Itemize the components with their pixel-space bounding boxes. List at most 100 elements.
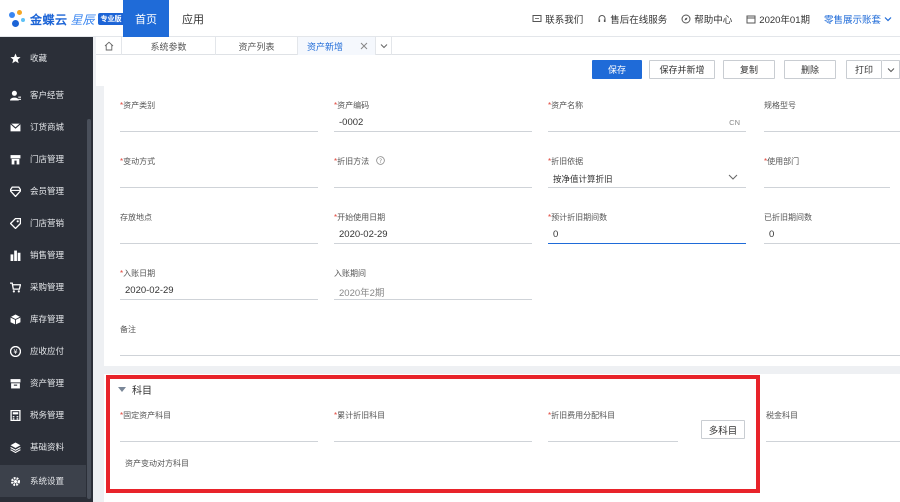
entry-date-value: 2020-02-29 xyxy=(125,285,174,296)
dep-method-field[interactable]: *折旧方法 ? xyxy=(334,156,532,188)
sidebar-item-basic-data[interactable]: 基础资料 xyxy=(0,431,86,463)
sidebar-item-receivables[interactable]: ¥ 应收应付 xyxy=(0,335,86,367)
print-button[interactable]: 打印 xyxy=(846,60,882,79)
nav-home[interactable]: 首页 xyxy=(123,0,169,37)
action-toolbar: 保存 保存并新增 复制 删除 打印 xyxy=(96,55,900,86)
tax-account-field[interactable]: 税金科目 xyxy=(766,410,900,442)
sidebar: 收藏 客户经营 订货商城 门店管理 会员管理 门店营销 销售管理 采购管理 库存… xyxy=(0,37,93,502)
start-date-value: 2020-02-29 xyxy=(339,229,388,240)
tab-asset-new[interactable]: 资产新增 xyxy=(298,37,376,55)
brand-name: 金蝶云 xyxy=(30,12,68,27)
dept-field[interactable]: *使用部门 xyxy=(764,156,900,188)
field-label: 变动方式 xyxy=(123,157,156,166)
sidebar-item-label: 税务管理 xyxy=(30,410,65,420)
tab-label: 系统参数 xyxy=(150,41,187,52)
chevron-down-icon xyxy=(380,44,387,49)
sidebar-item-mall[interactable]: 订货商城 xyxy=(0,111,86,143)
used-periods-field[interactable]: 已折旧期间数 0 xyxy=(764,212,900,244)
box-icon xyxy=(9,314,21,324)
field-label: 预计折旧期间数 xyxy=(551,213,608,222)
asset-code-field[interactable]: *资产编码 -0002 xyxy=(334,100,532,132)
location-field[interactable]: 存放地点 xyxy=(120,212,318,244)
tab-label: 资产新增 xyxy=(307,41,344,52)
tab-home[interactable] xyxy=(96,37,122,55)
save-and-new-button[interactable]: 保存并新增 xyxy=(649,60,715,79)
field-label: 折旧方法 xyxy=(337,157,370,166)
help-icon[interactable]: ? xyxy=(376,156,386,165)
sidebar-item-label: 订货商城 xyxy=(30,122,65,132)
field-label: 折旧依据 xyxy=(551,157,584,166)
layers-icon xyxy=(9,442,21,453)
period-selector[interactable]: 2020年01期 xyxy=(746,12,810,26)
field-label: 入账日期 xyxy=(123,269,156,278)
sidebar-item-inventory[interactable]: 库存管理 xyxy=(0,303,86,335)
dep-basis-field[interactable]: *折旧依据 按净值计算折旧 xyxy=(548,156,746,188)
save-button[interactable]: 保存 xyxy=(592,60,642,79)
tab-label: 资产列表 xyxy=(238,41,275,52)
brand-logo[interactable]: 金蝶云 星辰 专业版 xyxy=(8,9,125,29)
print-dropdown[interactable] xyxy=(882,60,900,79)
change-mode-field[interactable]: *变动方式 xyxy=(120,156,318,188)
help-link[interactable]: 帮助中心 xyxy=(681,12,732,26)
chevron-down-icon[interactable] xyxy=(728,173,738,181)
tab-overflow-dropdown[interactable] xyxy=(376,37,392,55)
field-label: 入账期间 xyxy=(334,269,366,278)
field-label: 备注 xyxy=(120,325,136,334)
chevron-down-icon xyxy=(884,16,892,21)
sidebar-item-sales[interactable]: 销售管理 xyxy=(0,239,86,271)
language-suffix[interactable]: CN xyxy=(729,118,740,127)
sidebar-item-label: 门店营销 xyxy=(30,218,65,228)
spec-field[interactable]: 规格型号 xyxy=(764,100,900,132)
field-label: 规格型号 xyxy=(764,101,796,110)
contact-label: 联系我们 xyxy=(545,14,584,26)
sidebar-item-tax[interactable]: 税务管理 xyxy=(0,399,86,431)
entry-date-field[interactable]: *入账日期 2020-02-29 xyxy=(120,268,318,300)
sidebar-scrollbar[interactable] xyxy=(87,119,91,499)
field-label: 开始使用日期 xyxy=(337,213,386,222)
contact-link[interactable]: 联系我们 xyxy=(532,12,583,26)
sidebar-item-purchase[interactable]: 采购管理 xyxy=(0,271,86,303)
asset-code-value: -0002 xyxy=(339,117,364,128)
sidebar-item-member[interactable]: 会员管理 xyxy=(0,175,86,207)
entry-period-value: 2020年2期 xyxy=(339,288,385,299)
sidebar-item-favorites[interactable]: 收藏 xyxy=(0,42,86,74)
nav-app[interactable]: 应用 xyxy=(182,0,204,37)
start-date-field[interactable]: *开始使用日期 2020-02-29 xyxy=(334,212,532,244)
copy-button[interactable]: 复制 xyxy=(723,60,775,79)
home-icon xyxy=(104,41,113,51)
user-icon xyxy=(9,90,21,100)
sidebar-item-assets[interactable]: 资产管理 xyxy=(0,367,86,399)
delete-button[interactable]: 删除 xyxy=(784,60,836,79)
field-label: 使用部门 xyxy=(767,157,800,166)
asset-name-field[interactable]: *资产名称 CN xyxy=(548,100,746,132)
close-icon[interactable] xyxy=(360,42,368,50)
help-label: 帮助中心 xyxy=(694,14,733,26)
compass-icon xyxy=(681,14,691,23)
sidebar-item-settings[interactable]: 系统设置 xyxy=(0,465,86,497)
sidebar-item-label: 采购管理 xyxy=(30,282,65,292)
tab-asset-list[interactable]: 资产列表 xyxy=(216,37,298,55)
cart-icon xyxy=(9,281,21,292)
field-label: 存放地点 xyxy=(120,213,152,222)
est-periods-field[interactable]: *预计折旧期间数 0 xyxy=(548,212,746,244)
account-selector[interactable]: 零售展示账套 xyxy=(824,12,892,26)
asset-form: *资产类别 *资产编码 -0002 *资产名称 CN 规格型号 *变动方式 *折… xyxy=(104,86,900,366)
field-label: 已折旧期间数 xyxy=(764,213,812,222)
top-bar: 金蝶云 星辰 专业版 首页 应用 联系我们 售后在线服务 帮助中心 2020年0… xyxy=(0,0,900,37)
svg-text:¥: ¥ xyxy=(13,348,17,356)
sidebar-item-label: 系统设置 xyxy=(30,476,65,486)
entry-period-field: 入账期间 2020年2期 xyxy=(334,268,532,300)
drawer-icon xyxy=(10,378,20,388)
sidebar-item-label: 会员管理 xyxy=(30,186,65,196)
sidebar-item-label: 应收应付 xyxy=(30,346,65,356)
sidebar-item-label: 门店管理 xyxy=(30,154,65,164)
asset-type-field[interactable]: *资产类别 xyxy=(120,100,318,132)
tab-system-params[interactable]: 系统参数 xyxy=(122,37,216,55)
sidebar-item-customer[interactable]: 客户经营 xyxy=(0,79,86,111)
calendar-icon xyxy=(746,15,756,23)
sidebar-item-store[interactable]: 门店管理 xyxy=(0,143,86,175)
service-link[interactable]: 售后在线服务 xyxy=(597,12,667,26)
remark-field[interactable]: 备注 xyxy=(120,324,900,356)
sidebar-item-marketing[interactable]: 门店营销 xyxy=(0,207,86,239)
chat-icon xyxy=(532,14,542,22)
